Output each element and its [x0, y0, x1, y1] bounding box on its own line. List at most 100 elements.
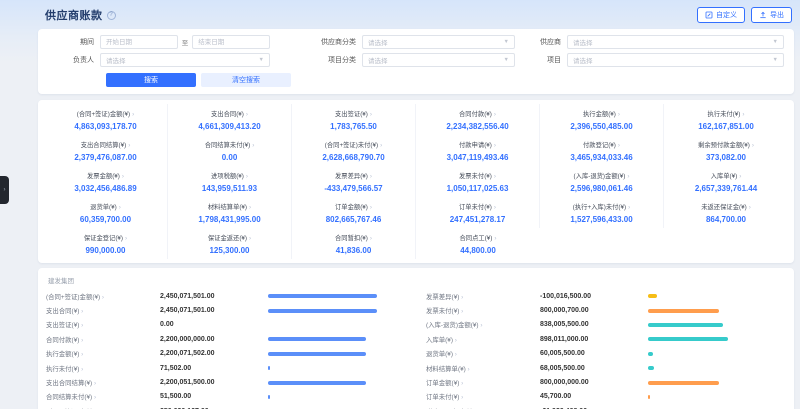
stat-card[interactable]: 付款登记(¥)›3,465,934,033.46: [540, 135, 664, 166]
metric-row[interactable]: 入库单(¥) ›898,011,000.00: [426, 332, 786, 346]
project-select[interactable]: 请选择 ▼: [567, 53, 784, 67]
stat-card[interactable]: 保证金返还(¥)›125,300.00: [168, 228, 292, 259]
stat-card[interactable]: (执行+入库)未付(¥)›1,527,596,433.00: [540, 197, 664, 228]
metric-row[interactable]: 订单金额(¥) ›800,000,000.00: [426, 375, 786, 389]
stat-card[interactable]: (合同+签证)金额(¥)›4,863,093,178.70: [44, 104, 168, 135]
stat-value: 162,167,851.00: [666, 122, 786, 131]
stat-card[interactable]: 剩余预付款金额(¥)›373,082.00: [664, 135, 788, 166]
metric-row[interactable]: 支出签证(¥) ›0.00: [46, 318, 406, 332]
stat-card[interactable]: 保证金登记(¥)›990,000.00: [44, 228, 168, 259]
metric-row[interactable]: (执行+入库)未付(¥) ›-61,939,498.00: [426, 404, 786, 409]
stat-card[interactable]: 合同付款(¥)›2,234,382,556.40: [416, 104, 540, 135]
stat-value: 4,661,309,413.20: [170, 122, 289, 131]
owner-placeholder: 请选择: [106, 55, 126, 65]
stat-card[interactable]: 支出合同结算(¥)›2,379,476,087.00: [44, 135, 168, 166]
metric-row[interactable]: (入库-退货)金额(¥) ›838,005,500.00: [426, 318, 786, 332]
stat-label: 付款登记(¥)›: [542, 140, 661, 149]
metric-row[interactable]: 支出合同(¥) ›2,450,071,501.00: [46, 303, 406, 317]
export-button[interactable]: 导出: [751, 7, 792, 23]
chevron-right-icon: ›: [249, 235, 251, 242]
clear-search-button[interactable]: 清空搜索: [201, 73, 291, 87]
stat-card[interactable]: 支出签证(¥)›1,783,765.50: [292, 104, 416, 135]
metric-row[interactable]: (合同+签证)未付(¥) ›250,030,167.00: [46, 404, 406, 409]
stat-value: 2,234,382,556.40: [418, 122, 537, 131]
search-button[interactable]: 搜索: [106, 73, 196, 87]
metric-row[interactable]: 退货单(¥) ›60,005,500.00: [426, 347, 786, 361]
stat-card[interactable]: 订单未付(¥)›247,451,278.17: [416, 197, 540, 228]
metric-row[interactable]: 合同付款(¥) ›2,200,000,000.00: [46, 332, 406, 346]
metric-bar: [268, 352, 406, 356]
chevron-right-icon: ›: [739, 173, 741, 180]
supplier-select[interactable]: 请选择 ▼: [567, 35, 784, 49]
stat-value: 373,082.00: [666, 153, 786, 162]
chevron-right-icon: ›: [81, 322, 83, 329]
stat-label: (执行+入库)未付(¥)›: [542, 202, 661, 211]
metric-value: 2,450,071,501.00: [160, 293, 268, 300]
stat-card[interactable]: (入库-退货)金额(¥)›2,596,980,061.46: [540, 166, 664, 197]
stat-card[interactable]: 未返还保证金(¥)›864,700.00: [664, 197, 788, 228]
stat-label: 进项税额(¥)›: [170, 171, 289, 180]
stat-label: 订单金额(¥)›: [294, 202, 413, 211]
stat-card[interactable]: 发票未付(¥)›1,050,117,025.63: [416, 166, 540, 197]
stat-value: 60,359,700.00: [46, 215, 165, 224]
project-category-placeholder: 请选择: [368, 55, 388, 65]
metric-row[interactable]: 订单未付(¥) ›45,700.00: [426, 390, 786, 404]
date-range: 至: [100, 35, 270, 49]
owner-select[interactable]: 请选择 ▼: [100, 53, 270, 67]
stat-label: 退货单(¥)›: [46, 202, 165, 211]
chevron-right-icon: ›: [81, 308, 83, 315]
metric-value: 68,005,500.00: [540, 365, 648, 372]
metric-bar: [268, 395, 406, 399]
stat-card[interactable]: 付款申请(¥)›3,047,119,493.46: [416, 135, 540, 166]
chevron-right-icon: ›: [102, 294, 104, 301]
help-icon[interactable]: ?: [107, 11, 116, 20]
supplier-category-select[interactable]: 请选择 ▼: [362, 35, 515, 49]
chevron-down-icon: ▼: [259, 57, 264, 63]
customize-button[interactable]: 自定义: [697, 7, 745, 23]
metric-value: 51,500.00: [160, 393, 268, 400]
stat-card[interactable]: 退货单(¥)› 60,359,700.00: [44, 197, 168, 228]
period-label: 期间: [48, 37, 100, 47]
stat-card[interactable]: 进项税额(¥)›143,959,511.93: [168, 166, 292, 197]
metric-row[interactable]: 发票差异(¥) ›-100,016,500.00: [426, 289, 786, 303]
chevron-right-icon: ›: [461, 308, 463, 315]
project-category-select[interactable]: 请选择 ▼: [362, 53, 515, 67]
start-date-input[interactable]: [100, 35, 178, 49]
stat-card[interactable]: 入库单(¥)›2,657,339,761.44: [664, 166, 788, 197]
metric-bar: [268, 294, 406, 298]
chevron-right-icon: ›: [742, 111, 744, 118]
metric-row[interactable]: (合同+签证)金额(¥) ›2,450,071,501.00: [46, 289, 406, 303]
metric-value: 898,011,000.00: [540, 336, 648, 343]
stat-label: 支出签证(¥)›: [294, 109, 413, 118]
metric-row[interactable]: 发票未付(¥) ›800,000,700.00: [426, 303, 786, 317]
metric-row[interactable]: 材料结算单(¥) ›68,005,500.00: [426, 361, 786, 375]
metric-row[interactable]: 支出合同结算(¥) ›2,200,051,500.00: [46, 375, 406, 389]
stat-value: 802,665,767.46: [294, 215, 413, 224]
stat-card[interactable]: 材料结算单(¥)›1,798,431,995.00: [168, 197, 292, 228]
metric-row[interactable]: 执行未付(¥) ›71,502.00: [46, 361, 406, 375]
stat-card[interactable]: 执行未付(¥)›162,167,851.00: [664, 104, 788, 135]
stat-card[interactable]: 订单金额(¥)› 802,665,767.46: [292, 197, 416, 228]
stat-card[interactable]: 执行金额(¥)›2,396,550,485.00: [540, 104, 664, 135]
metric-row[interactable]: 执行金额(¥) ›2,200,071,502.00: [46, 347, 406, 361]
metric-label: 发票未付(¥) ›: [426, 306, 540, 315]
metric-label: 合同结算未付(¥) ›: [46, 392, 160, 401]
chevron-right-icon: ›: [461, 294, 463, 301]
stat-value: 2,379,476,087.00: [46, 153, 165, 162]
stat-card[interactable]: (合同+签证)未付(¥)›2,628,668,790.70: [292, 135, 416, 166]
end-date-input[interactable]: [192, 35, 270, 49]
stat-card[interactable]: 合同暂扣(¥)›41,836.00: [292, 228, 416, 259]
stat-card[interactable]: 合同点工(¥)›44,800.00: [416, 228, 540, 259]
stat-card[interactable]: 发票差异(¥)›-433,479,566.57: [292, 166, 416, 197]
metric-bar: [268, 323, 406, 327]
stat-card[interactable]: 支出合同(¥)›4,661,309,413.20: [168, 104, 292, 135]
stat-card[interactable]: 发票金额(¥)›3,032,456,486.89: [44, 166, 168, 197]
stat-value: 2,657,339,761.44: [666, 184, 786, 193]
metric-label: 合同付款(¥) ›: [46, 335, 160, 344]
stat-card[interactable]: 合同结算未付(¥)›0.00: [168, 135, 292, 166]
chevron-right-icon: ›: [370, 235, 372, 242]
stat-value: 3,047,119,493.46: [418, 153, 537, 162]
metric-row[interactable]: 合同结算未付(¥) ›51,500.00: [46, 390, 406, 404]
stat-label: 合同暂扣(¥)›: [294, 233, 413, 242]
chevron-right-icon: ›: [370, 111, 372, 118]
